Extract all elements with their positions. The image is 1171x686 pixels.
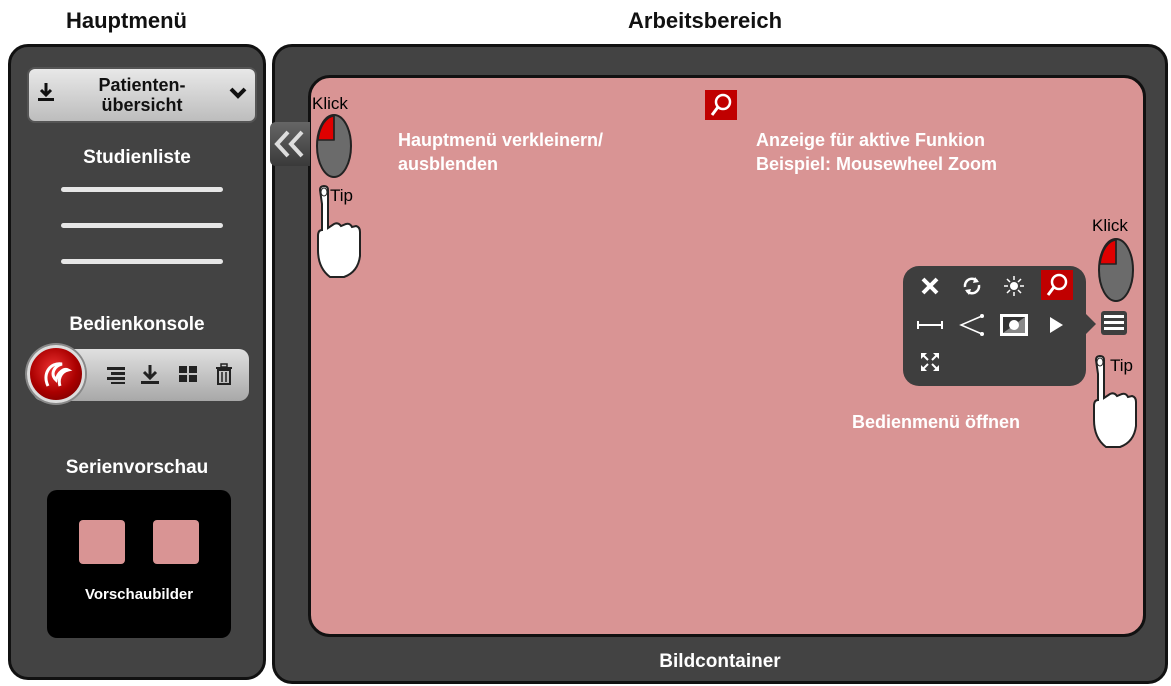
list-icon[interactable] bbox=[105, 363, 127, 385]
mouse-icon bbox=[316, 114, 352, 178]
fullscreen-icon[interactable] bbox=[915, 348, 945, 376]
series-preview-title: Serienvorschau bbox=[65, 457, 209, 478]
image-container-label: Bildcontainer bbox=[659, 651, 781, 672]
study-list-item[interactable] bbox=[61, 187, 223, 192]
patient-overview-label: Patienten- übersicht bbox=[98, 75, 186, 115]
double-chevron-left-icon bbox=[274, 130, 304, 158]
open-menu-annotation: Bedienmenü öffnen bbox=[852, 412, 1021, 432]
main-menu-panel: Patienten- übersicht Studienliste Bedien… bbox=[8, 44, 266, 680]
collapse-annotation: Hauptmenü verkleinern/ ausblenden bbox=[398, 130, 604, 174]
control-console bbox=[27, 345, 249, 403]
menu-toggle-button[interactable] bbox=[1099, 309, 1129, 337]
click-label: Klick bbox=[1092, 216, 1128, 235]
series-preview: Vorschaubilder bbox=[47, 490, 231, 638]
download-icon[interactable] bbox=[139, 363, 161, 385]
download-icon bbox=[29, 82, 63, 108]
preview-thumbnail[interactable] bbox=[79, 520, 125, 564]
hamburger-icon bbox=[1101, 311, 1127, 335]
chevron-down-icon bbox=[221, 86, 255, 105]
zoom-icon bbox=[710, 93, 732, 116]
mouse-icon bbox=[1098, 238, 1134, 302]
main-menu-heading: Hauptmenü bbox=[66, 8, 187, 33]
play-icon[interactable] bbox=[1041, 311, 1071, 339]
collapse-menu-button[interactable] bbox=[270, 122, 310, 166]
angle-icon[interactable] bbox=[957, 311, 987, 339]
patient-overview-dropdown[interactable]: Patienten- übersicht bbox=[27, 67, 257, 123]
study-list-title: Studienliste bbox=[83, 147, 191, 168]
invert-icon[interactable] bbox=[999, 311, 1029, 339]
active-function-annotation: Anzeige für aktive Funkion Beispiel: Mou… bbox=[756, 130, 998, 174]
preview-label: Vorschaubilder bbox=[84, 586, 194, 603]
workspace-heading: Arbeitsbereich bbox=[628, 8, 783, 33]
ruler-icon[interactable] bbox=[915, 311, 945, 339]
study-list-item[interactable] bbox=[61, 259, 223, 264]
tool-menu bbox=[903, 266, 1096, 386]
zoom-icon[interactable] bbox=[1041, 270, 1073, 300]
logo-icon[interactable] bbox=[27, 345, 85, 403]
brightness-icon[interactable] bbox=[999, 272, 1029, 300]
close-icon[interactable] bbox=[915, 272, 945, 300]
study-list-item[interactable] bbox=[61, 223, 223, 228]
hand-pointer-icon bbox=[1093, 354, 1137, 448]
preview-thumbnail[interactable] bbox=[153, 520, 199, 564]
trash-icon[interactable] bbox=[213, 363, 235, 385]
grid-icon[interactable] bbox=[177, 363, 199, 385]
rotate-icon[interactable] bbox=[957, 272, 987, 300]
console-title: Bedienkonsole bbox=[69, 314, 205, 335]
hand-pointer-icon bbox=[317, 184, 361, 278]
active-zoom-indicator bbox=[705, 90, 737, 120]
